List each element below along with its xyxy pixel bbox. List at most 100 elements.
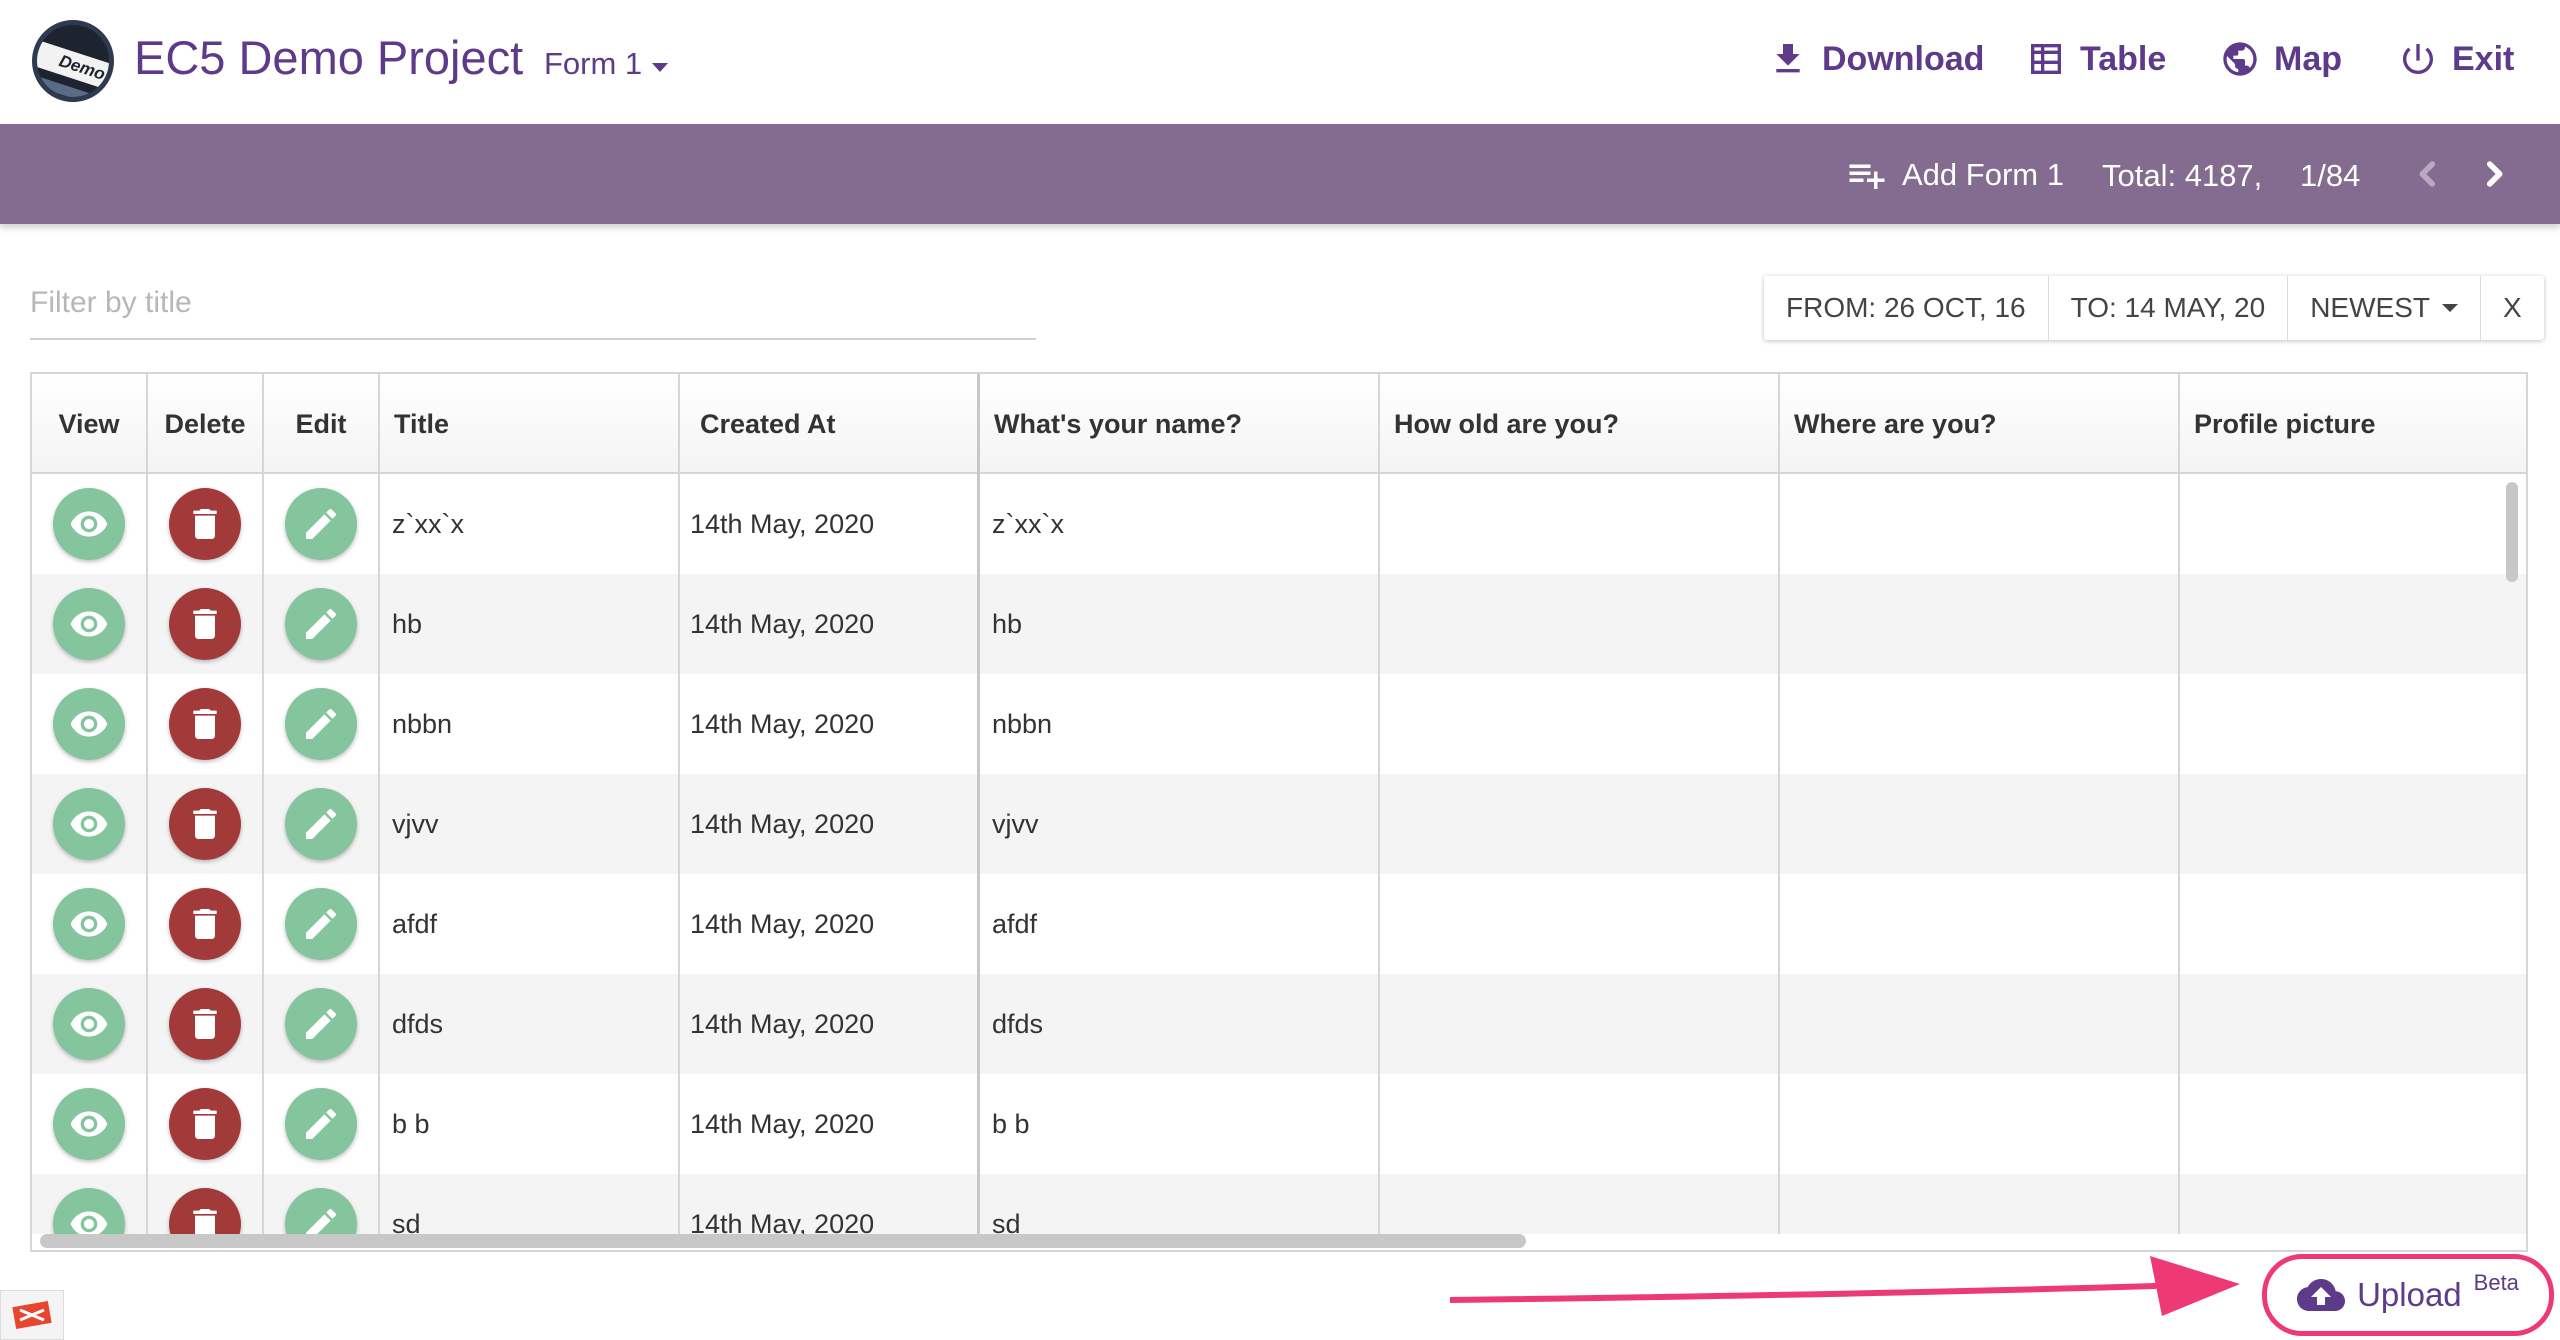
name-cell: nbbn <box>980 674 1380 774</box>
column-header-profile-picture[interactable]: Profile picture <box>2180 374 2526 474</box>
created-at-cell: 14th May, 2020 <box>680 874 980 974</box>
horizontal-scrollbar[interactable] <box>40 1234 1526 1248</box>
view-entry-button[interactable] <box>53 688 125 760</box>
view-entry-button[interactable] <box>53 788 125 860</box>
beta-badge: Beta <box>2473 1270 2519 1295</box>
download-button[interactable]: Download <box>1768 34 1984 84</box>
created-at-cell: 14th May, 2020 <box>680 474 980 574</box>
name-cell: afdf <box>980 874 1380 974</box>
edit-cell <box>264 474 380 574</box>
delete-entry-button[interactable] <box>169 1088 241 1160</box>
download-icon <box>1776 44 1800 73</box>
bug-report-icon[interactable] <box>0 1290 64 1340</box>
vertical-scrollbar[interactable] <box>2506 482 2518 582</box>
exit-button[interactable]: Exit <box>2398 34 2514 84</box>
next-page-button[interactable] <box>2470 150 2518 198</box>
created-at-cell: 14th May, 2020 <box>680 974 980 1074</box>
column-header-age[interactable]: How old are you? <box>1380 374 1780 474</box>
delete-entry-button[interactable] <box>169 1188 241 1234</box>
pencil-icon <box>301 1004 341 1044</box>
delete-entry-button[interactable] <box>169 788 241 860</box>
date-filter-group: FROM: 26 OCT, 16 TO: 14 MAY, 20 NEWEST X <box>1764 276 2544 340</box>
column-header-title[interactable]: Title <box>380 374 680 474</box>
caret-down-icon <box>652 62 669 72</box>
view-cell <box>32 974 148 1074</box>
column-header-created-at[interactable]: Created At <box>680 374 980 474</box>
delete-entry-button[interactable] <box>169 988 241 1060</box>
column-header-location[interactable]: Where are you? <box>1780 374 2180 474</box>
pencil-icon <box>301 704 341 744</box>
project-title[interactable]: EC5 Demo Project <box>134 30 523 85</box>
profile-picture-cell <box>2180 874 2526 974</box>
date-from-button[interactable]: FROM: 26 OCT, 16 <box>1764 276 2049 340</box>
age-cell <box>1380 974 1780 1074</box>
created-at-cell: 14th May, 2020 <box>680 574 980 674</box>
caret-down-icon <box>2441 304 2458 312</box>
table-row: z`xx`x 14th May, 2020 z`xx`x <box>32 474 2526 574</box>
view-cell <box>32 1174 148 1234</box>
eye-icon <box>69 604 109 644</box>
column-header-view: View <box>32 374 148 474</box>
edit-entry-button[interactable] <box>285 688 357 760</box>
edit-entry-button[interactable] <box>285 588 357 660</box>
profile-picture-cell <box>2180 674 2526 774</box>
table-row: hb 14th May, 2020 hb <box>32 574 2526 674</box>
view-entry-button[interactable] <box>53 1188 125 1234</box>
globe-icon <box>2223 42 2257 76</box>
sort-order-dropdown[interactable]: NEWEST <box>2288 276 2481 340</box>
name-cell: dfds <box>980 974 1380 1074</box>
add-entry-button[interactable]: Add Form 1 <box>1846 154 2064 196</box>
view-cell <box>32 674 148 774</box>
trash-icon <box>185 904 225 944</box>
view-entry-button[interactable] <box>53 988 125 1060</box>
edit-entry-button[interactable] <box>285 788 357 860</box>
clear-filter-label: X <box>2502 292 2522 323</box>
logo-text: Demo <box>56 51 108 84</box>
top-navbar: Demo EC5 Demo Project Form 1 Download Ta… <box>0 0 2560 124</box>
title-cell: z`xx`x <box>380 474 680 574</box>
project-logo[interactable]: Demo <box>32 20 114 102</box>
location-cell <box>1780 974 2180 1074</box>
edit-cell <box>264 674 380 774</box>
view-entry-button[interactable] <box>53 888 125 960</box>
delete-entry-button[interactable] <box>169 588 241 660</box>
pencil-icon <box>301 1204 341 1234</box>
form-selector-dropdown[interactable]: Form 1 <box>544 46 669 82</box>
date-to-button[interactable]: TO: 14 MAY, 20 <box>2049 276 2289 340</box>
total-count: Total: 4187, <box>2102 158 2263 193</box>
upload-button[interactable]: Upload Beta <box>2262 1254 2554 1336</box>
filter-by-title-input[interactable] <box>30 268 1036 340</box>
delete-entry-button[interactable] <box>169 888 241 960</box>
edit-entry-button[interactable] <box>285 988 357 1060</box>
view-entry-button[interactable] <box>53 1088 125 1160</box>
edit-entry-button[interactable] <box>285 1088 357 1160</box>
edit-entry-button[interactable] <box>285 1188 357 1234</box>
eye-icon <box>69 1104 109 1144</box>
view-entry-button[interactable] <box>53 588 125 660</box>
edit-entry-button[interactable] <box>285 888 357 960</box>
trash-icon <box>185 604 225 644</box>
edit-cell <box>264 1074 380 1174</box>
title-cell: b b <box>380 1074 680 1174</box>
edit-entry-button[interactable] <box>285 488 357 560</box>
location-cell <box>1780 1074 2180 1174</box>
add-entry-label: Add Form 1 <box>1902 157 2064 192</box>
age-cell <box>1380 874 1780 974</box>
table-view-button[interactable]: Table <box>2026 34 2166 84</box>
delete-entry-button[interactable] <box>169 488 241 560</box>
prev-page-button[interactable] <box>2404 150 2452 198</box>
chevron-left-icon <box>2419 161 2436 187</box>
location-cell <box>1780 774 2180 874</box>
map-view-button[interactable]: Map <box>2220 34 2342 84</box>
download-label: Download <box>1822 39 1985 78</box>
name-cell: vjvv <box>980 774 1380 874</box>
location-cell <box>1780 874 2180 974</box>
delete-entry-button[interactable] <box>169 688 241 760</box>
title-cell: vjvv <box>380 774 680 874</box>
column-header-name[interactable]: What's your name? <box>980 374 1380 474</box>
age-cell <box>1380 1174 1780 1234</box>
clear-filter-button[interactable]: X <box>2481 276 2544 340</box>
app-root: Demo EC5 Demo Project Form 1 Download Ta… <box>0 0 2560 1340</box>
trash-icon <box>185 1004 225 1044</box>
view-entry-button[interactable] <box>53 488 125 560</box>
